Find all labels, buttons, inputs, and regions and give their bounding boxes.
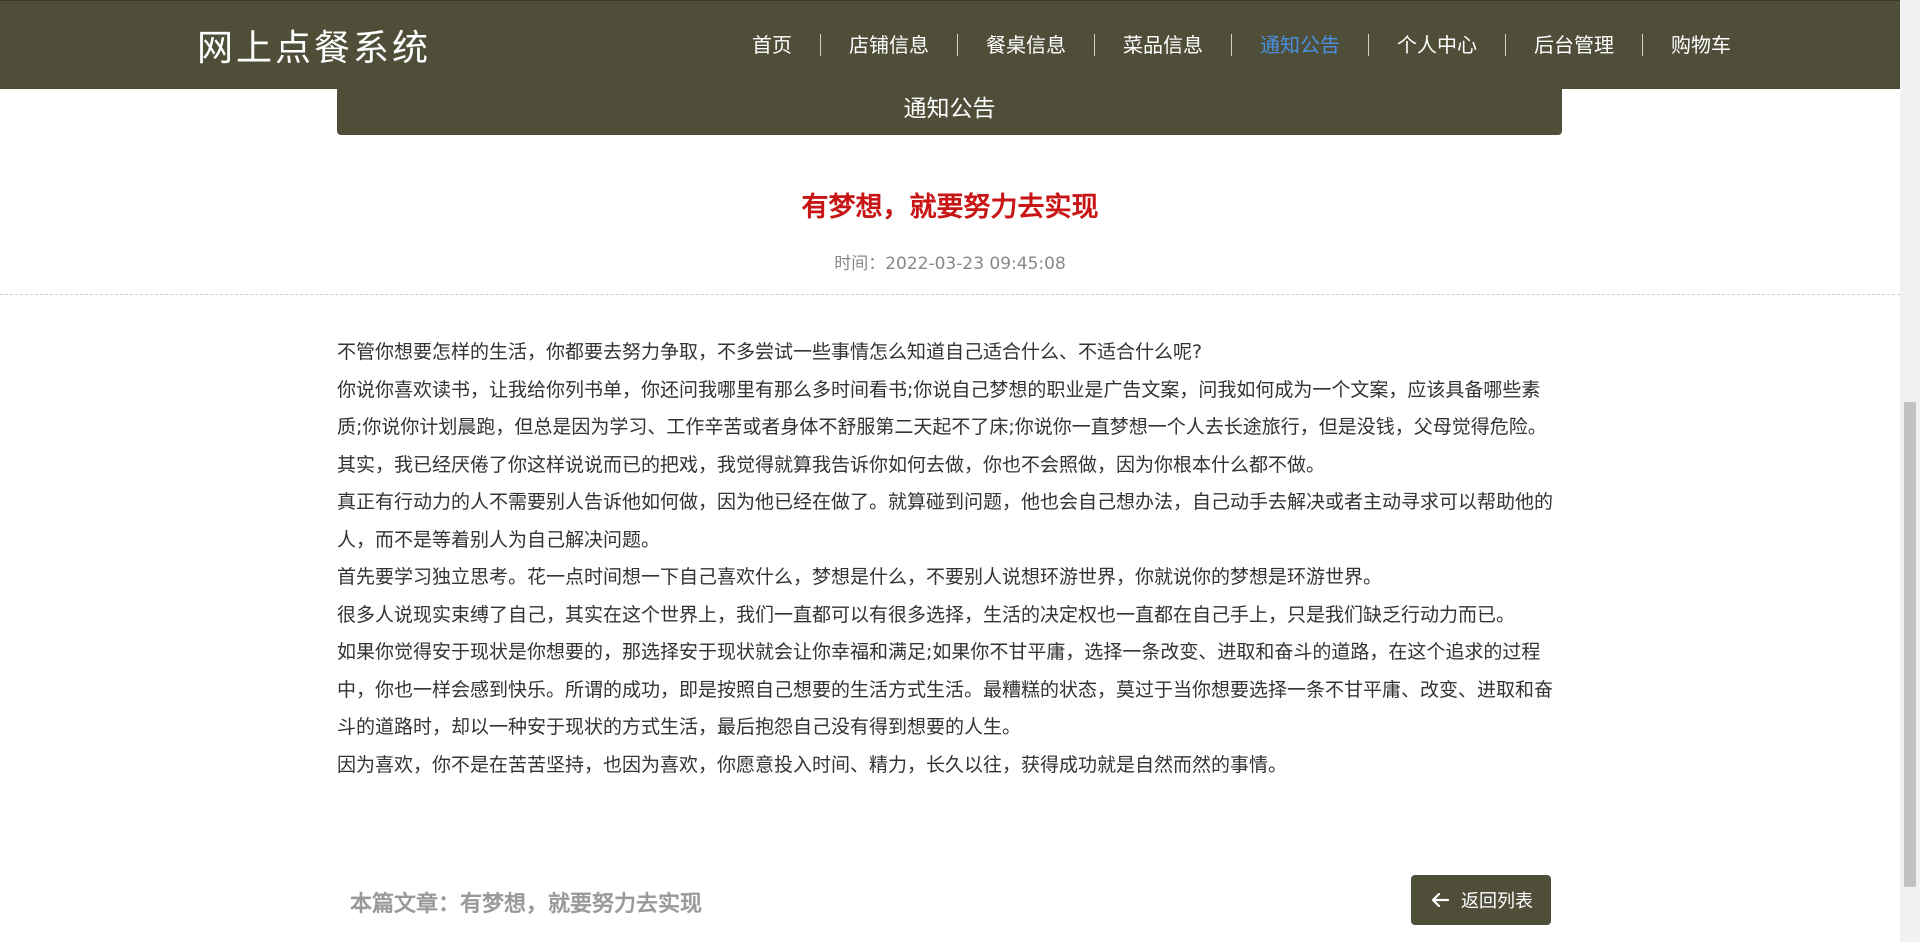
article-paragraph: 如果你觉得安于现状是你想要的，那选择安于现状就会让你幸福和满足;如果你不甘平庸，… xyxy=(337,641,1554,738)
scrollbar-thumb[interactable] xyxy=(1904,402,1916,887)
nav-item-personal-center[interactable]: 个人中心 xyxy=(1368,34,1505,56)
article-body: 不管你想要怎样的生活，你都要去努力争取，不多尝试一些事情怎么知道自己适合什么、不… xyxy=(337,334,1562,784)
section-banner: 通知公告 xyxy=(337,88,1562,135)
nav-item-admin[interactable]: 后台管理 xyxy=(1505,34,1642,56)
article-paragraph: 你说你喜欢读书，让我给你列书单，你还问我哪里有那么多时间看书;你说自己梦想的职业… xyxy=(337,378,1547,476)
nav-item-announcements[interactable]: 通知公告 xyxy=(1231,34,1368,56)
article-title: 有梦想，就要努力去实现 xyxy=(801,192,1099,223)
back-to-list-label: 返回列表 xyxy=(1461,891,1533,912)
nav-item-home[interactable]: 首页 xyxy=(724,34,820,56)
nav-item-store-info[interactable]: 店铺信息 xyxy=(820,34,957,56)
article-paragraph: 真正有行动力的人不需要别人告诉他如何做，因为他已经在做了。就算碰到问题，他也会自… xyxy=(337,491,1554,551)
current-article-label: 本篇文章：有梦想，就要努力去实现 xyxy=(350,892,703,917)
top-navbar: 网上点餐系统 首页 店铺信息 餐桌信息 菜品信息 通知公告 个人中心 后台管理 … xyxy=(0,0,1900,89)
article-time: 时间：2022-03-23 09:45:08 xyxy=(834,254,1066,274)
site-title: 网上点餐系统 xyxy=(197,28,432,69)
main-nav: 首页 店铺信息 餐桌信息 菜品信息 通知公告 个人中心 后台管理 购物车 xyxy=(724,1,1759,89)
nav-item-table-info[interactable]: 餐桌信息 xyxy=(957,34,1094,56)
nav-item-cart[interactable]: 购物车 xyxy=(1642,34,1759,56)
article-paragraph: 首先要学习独立思考。花一点时间想一下自己喜欢什么，梦想是什么，不要别人说想环游世… xyxy=(337,566,1383,588)
arrow-left-icon xyxy=(1429,889,1451,911)
back-to-list-button[interactable]: 返回列表 xyxy=(1411,875,1551,925)
article-paragraph: 因为喜欢，你不是在苦苦坚持，也因为喜欢，你愿意投入时间、精力，长久以往，获得成功… xyxy=(337,753,1288,776)
divider xyxy=(0,294,1900,295)
article-paragraph: 很多人说现实束缚了自己，其实在这个世界上，我们一直都可以有很多选择，生活的决定权… xyxy=(337,603,1516,626)
nav-item-dish-info[interactable]: 菜品信息 xyxy=(1094,34,1231,56)
article-paragraph: 不管你想要怎样的生活，你都要去努力争取，不多尝试一些事情怎么知道自己适合什么、不… xyxy=(337,341,1203,363)
